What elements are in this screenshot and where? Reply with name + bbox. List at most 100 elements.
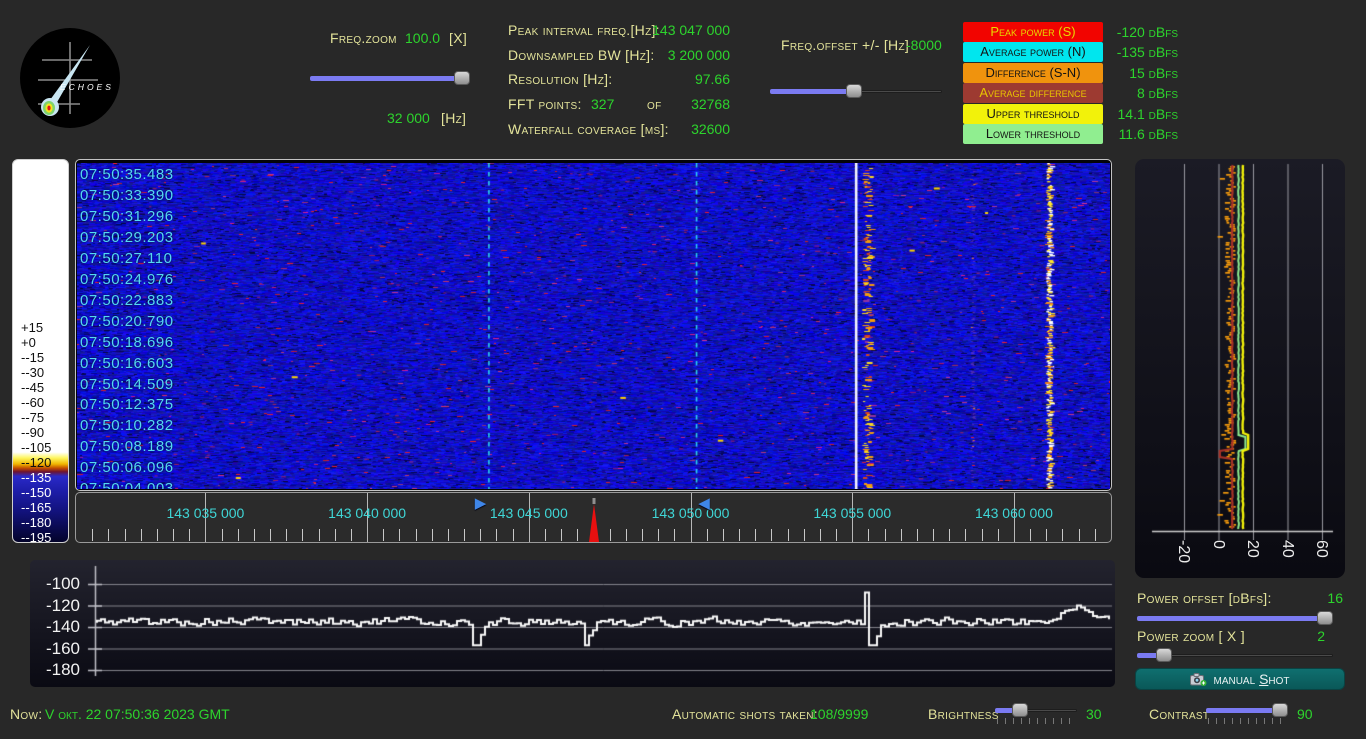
freq-zoom-value: 100.0 — [405, 30, 440, 46]
info-row-value: 3 200 000 — [668, 47, 730, 63]
slider-ticks — [1208, 718, 1286, 724]
freq-span-unit: [Hz] — [441, 110, 466, 126]
difference-axis-tick-label: -20 — [1174, 540, 1192, 563]
info-row-value: 97.66 — [695, 71, 730, 87]
power-axis-tick-label: -180 — [36, 660, 80, 680]
difference-axis-tick-label: 60 — [1312, 540, 1330, 558]
frequency-minor-tick — [820, 529, 821, 541]
frequency-minor-tick — [141, 529, 142, 541]
contrast-label: Contrast — [1149, 706, 1209, 722]
slider-fill — [770, 89, 854, 94]
color-scale-label: --165 — [21, 500, 51, 515]
frequency-minor-tick — [108, 529, 109, 541]
frequency-minor-tick — [480, 529, 481, 541]
interval-end-arrow-icon[interactable]: ◀ — [698, 494, 710, 512]
color-scale-label: --135 — [21, 470, 51, 485]
peak-frequency-marker — [589, 504, 599, 542]
difference-axis-tick-label: 20 — [1243, 540, 1261, 558]
freq-offset-slider[interactable] — [770, 84, 942, 98]
info-row-value: 143 047 000 — [652, 22, 730, 38]
freq-offset-value: -8000 — [906, 37, 942, 53]
freq-offset-label: Freq.offset +/- [Hz] — [781, 37, 909, 53]
frequency-label: 143 055 000 — [813, 505, 891, 521]
waterfall-timestamp: 07:50:33.390 — [80, 187, 174, 204]
power-offset-slider[interactable] — [1137, 611, 1333, 625]
waterfall-timestamp: 07:50:12.375 — [80, 396, 174, 413]
frequency-minor-tick — [561, 529, 562, 541]
slider-fill — [1206, 708, 1280, 713]
waterfall-timestamp: 07:50:10.282 — [80, 417, 174, 434]
frequency-minor-tick — [416, 529, 417, 541]
waterfall-timestamp: 07:50:18.696 — [80, 334, 174, 351]
info-row-value: 32600 — [691, 121, 730, 137]
waterfall-timestamp: 07:50:29.203 — [80, 229, 174, 246]
frequency-minor-tick — [836, 529, 837, 541]
slider-handle[interactable] — [1317, 611, 1333, 625]
brightness-slider[interactable] — [995, 703, 1077, 717]
color-scale-label: +0 — [21, 335, 36, 350]
power-zoom-slider[interactable] — [1137, 648, 1333, 662]
contrast-slider[interactable] — [1206, 703, 1288, 717]
power-axis-tick-label: -120 — [36, 596, 80, 616]
frequency-minor-tick — [383, 529, 384, 541]
frequency-minor-tick — [496, 529, 497, 541]
frequency-minor-tick — [885, 529, 886, 541]
frequency-minor-tick — [788, 529, 789, 541]
frequency-minor-tick — [270, 529, 271, 541]
frequency-label: 143 040 000 — [328, 505, 406, 521]
shot-button-text: manual Shot — [1213, 671, 1289, 687]
fft-points-value: 327 — [591, 96, 616, 112]
difference-plot — [1140, 160, 1340, 540]
color-scale-label: --195 — [21, 530, 51, 545]
slider-handle[interactable] — [846, 84, 862, 98]
frequency-minor-tick — [771, 529, 772, 541]
slider-handle[interactable] — [1272, 703, 1288, 717]
color-scale-label: --60 — [21, 395, 44, 410]
now-label: Now: — [10, 706, 42, 722]
freq-zoom-slider[interactable] — [310, 71, 470, 85]
waterfall-timestamps: 07:50:35.48307:50:33.39007:50:31.29607:5… — [77, 163, 377, 489]
legend-value: 14.1 dBfs — [1063, 106, 1178, 122]
info-row: Resolution [Hz]:97.66 — [508, 71, 730, 96]
frequency-minor-tick — [92, 529, 93, 541]
frequency-minor-tick — [448, 529, 449, 541]
frequency-minor-tick — [222, 529, 223, 541]
interval-start-arrow-icon[interactable]: ▶ — [475, 494, 487, 512]
slider-handle[interactable] — [1012, 703, 1028, 717]
manual-shot-button[interactable]: manual Shot — [1135, 668, 1345, 690]
color-scale-label: --90 — [21, 425, 44, 440]
freq-span-value: 32 000 — [387, 110, 430, 126]
slider-handle[interactable] — [1156, 648, 1172, 662]
waterfall-timestamp: 07:50:16.603 — [80, 355, 174, 372]
brightness-label: Brightness — [928, 706, 999, 722]
waterfall-timestamp: 07:50:24.976 — [80, 271, 174, 288]
frequency-minor-tick — [173, 529, 174, 541]
frequency-minor-tick — [965, 529, 966, 541]
slider-ticks — [997, 718, 1075, 724]
power-axis-tick-label: -140 — [36, 617, 80, 637]
echoes-logo: ECHOES — [20, 28, 120, 128]
info-row: Downsampled BW [Hz]:3 200 000 — [508, 47, 730, 72]
frequency-minor-tick — [238, 529, 239, 541]
frequency-minor-tick — [351, 529, 352, 541]
frequency-minor-tick — [1079, 529, 1080, 541]
frequency-minor-tick — [125, 529, 126, 541]
frequency-minor-tick — [658, 529, 659, 541]
frequency-minor-tick — [1046, 529, 1047, 541]
frequency-minor-tick — [868, 529, 869, 541]
legend-value: -120 dBfs — [1063, 24, 1178, 40]
legend-value: 15 dBfs — [1063, 65, 1178, 81]
frequency-minor-tick — [335, 529, 336, 541]
slider-handle[interactable] — [454, 71, 470, 85]
color-scale-label: --105 — [21, 440, 51, 455]
slider-fill — [310, 76, 462, 81]
fft-points-label: FFT points: — [508, 96, 582, 112]
frequency-minor-tick — [626, 529, 627, 541]
info-panel-bottom: Waterfall coverage [ms]:32600 — [508, 121, 730, 146]
color-scale-label: --120 — [21, 455, 51, 470]
info-panel: Peak interval freq.[Hz]:143 047 000Downs… — [508, 22, 730, 96]
frequency-minor-tick — [399, 529, 400, 541]
frequency-minor-tick — [319, 529, 320, 541]
frequency-minor-tick — [642, 529, 643, 541]
frequency-minor-tick — [513, 529, 514, 541]
